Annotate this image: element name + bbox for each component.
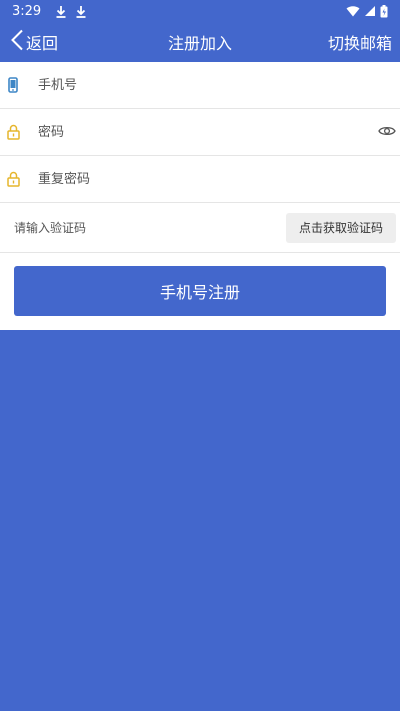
status-right <box>346 4 388 18</box>
verify-code-row: 点击获取验证码 <box>0 203 400 253</box>
lock-icon <box>6 170 20 188</box>
register-form: 点击获取验证码 手机号注册 <box>0 62 400 330</box>
register-screen: 3:29 返回 注册加入 切换邮箱 手机号 请输入验证码 点击获取验证码 手机号… <box>0 0 400 711</box>
app-bar: 返回 注册加入 切换邮箱 <box>0 22 400 62</box>
password-input[interactable] <box>38 109 400 155</box>
phone-icon <box>6 76 20 94</box>
back-label: 返回 <box>26 34 59 53</box>
status-bar: 3:29 <box>0 0 400 22</box>
phone-row <box>0 62 400 109</box>
wifi-icon <box>346 5 360 17</box>
switch-email-button[interactable]: 切换邮箱 <box>328 30 392 54</box>
download-icon <box>75 5 87 18</box>
chevron-left-icon <box>10 29 24 55</box>
status-time: 3:29 <box>12 3 42 19</box>
confirm-password-row <box>0 156 400 203</box>
battery-icon <box>380 4 388 18</box>
password-row <box>0 109 400 156</box>
back-button[interactable]: 返回 <box>10 29 58 55</box>
confirm-password-input[interactable] <box>38 156 400 202</box>
verify-code-input[interactable] <box>14 203 286 252</box>
submit-wrap: 手机号注册 <box>0 253 400 316</box>
eye-icon[interactable] <box>378 123 396 142</box>
download-icon <box>55 5 67 18</box>
phone-register-button[interactable]: 手机号注册 <box>14 266 386 316</box>
signal-icon <box>364 5 376 17</box>
lock-icon <box>6 123 20 141</box>
status-left: 3:29 <box>12 4 87 19</box>
phone-input[interactable] <box>38 62 400 108</box>
get-code-button[interactable]: 点击获取验证码 <box>286 212 396 243</box>
